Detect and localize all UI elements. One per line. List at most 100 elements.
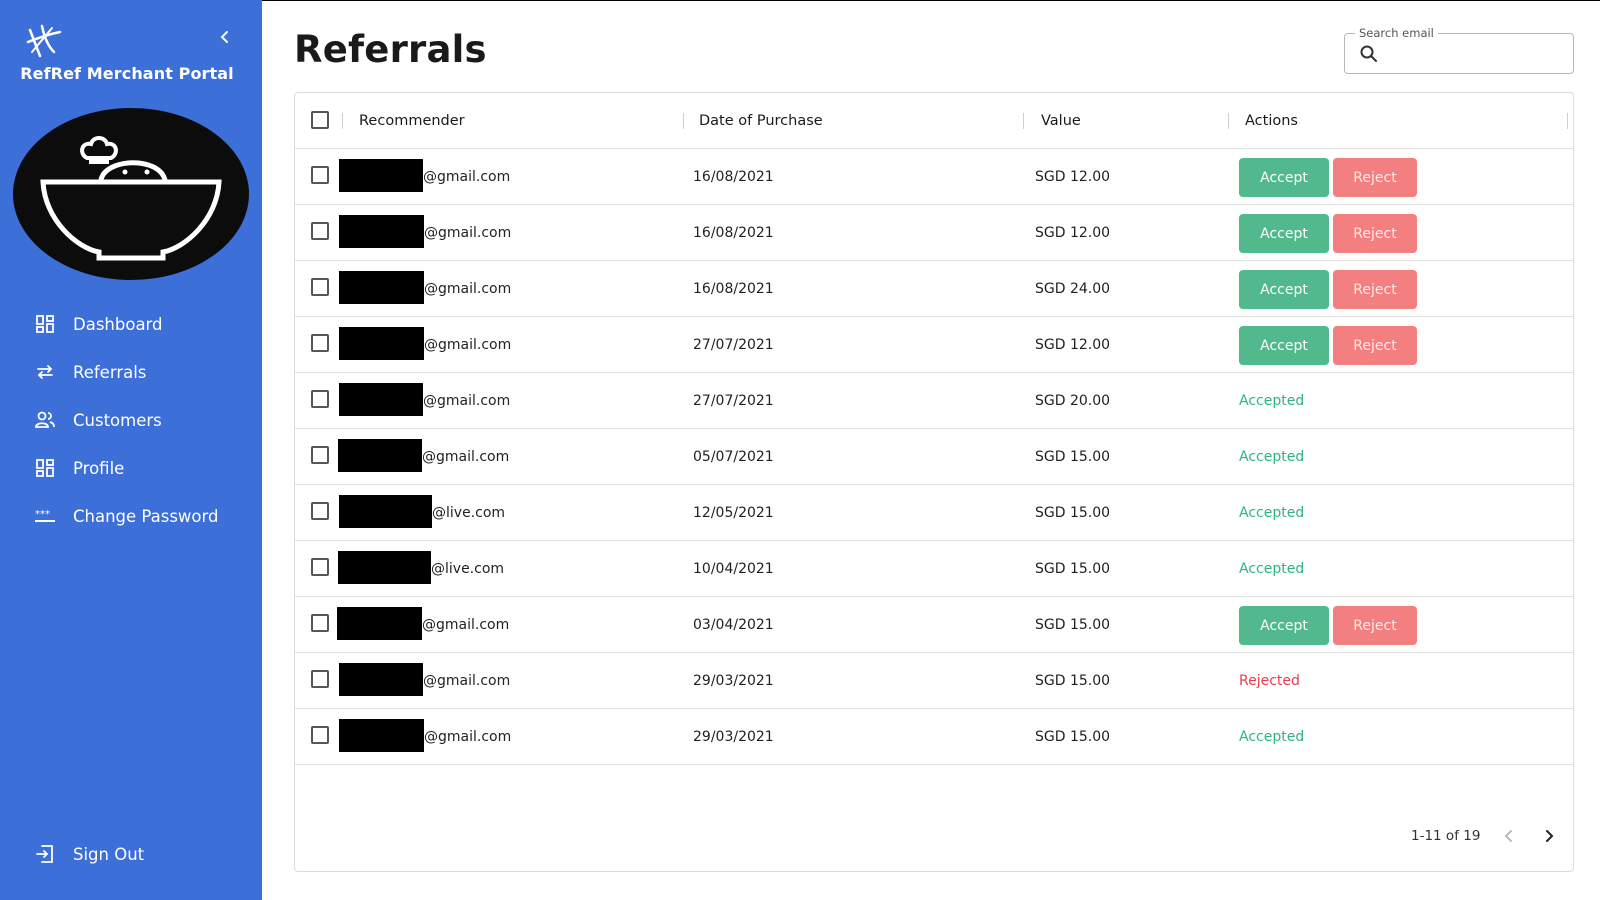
recommender-email: @gmail.com	[422, 617, 510, 633]
sidebar-item-referrals[interactable]: Referrals	[0, 348, 262, 396]
sidebar-item-label: Referrals	[73, 362, 147, 382]
referral-value: SGD 12.00	[1035, 169, 1111, 185]
column-separator	[1567, 113, 1568, 129]
purchase-date: 29/03/2021	[693, 673, 774, 689]
accept-button[interactable]: Accept	[1239, 158, 1329, 197]
table-body: @gmail.com 16/08/2021 SGD 12.00 Accept R…	[295, 149, 1573, 765]
reject-button[interactable]: Reject	[1333, 270, 1417, 309]
redacted-email	[339, 663, 423, 696]
table-row: @gmail.com 29/03/2021 SGD 15.00 Rejected	[295, 653, 1573, 709]
referral-value: SGD 15.00	[1035, 449, 1111, 465]
table-row: @gmail.com 16/08/2021 SGD 12.00 Accept R…	[295, 205, 1573, 261]
table-row: @gmail.com 27/07/2021 SGD 20.00 Accepted	[295, 373, 1573, 429]
search-label: Search email	[1355, 26, 1438, 40]
sidebar-item-label: Customers	[73, 410, 162, 430]
referrals-table: Recommender Date of Purchase Value Actio…	[294, 92, 1574, 872]
purchase-date: 03/04/2021	[693, 617, 774, 633]
recommender-email: @gmail.com	[423, 673, 511, 689]
redacted-email	[339, 271, 424, 304]
purchase-date: 27/07/2021	[693, 393, 774, 409]
redacted-email	[339, 215, 424, 248]
row-checkbox[interactable]	[311, 670, 329, 688]
table-row: @live.com 10/04/2021 SGD 15.00 Accepted	[295, 541, 1573, 597]
row-checkbox[interactable]	[311, 222, 329, 240]
table-row: @gmail.com 05/07/2021 SGD 15.00 Accepted	[295, 429, 1573, 485]
referral-value: SGD 15.00	[1035, 617, 1111, 633]
sidebar-item-dashboard[interactable]: Dashboard	[0, 300, 262, 348]
sign-out-label: Sign Out	[73, 844, 145, 864]
redacted-email	[339, 495, 432, 528]
sidebar-item-profile[interactable]: Profile	[0, 444, 262, 492]
recommender-email: @gmail.com	[424, 337, 512, 353]
status-badge: Accepted	[1239, 505, 1305, 521]
recommender-email: @gmail.com	[423, 393, 511, 409]
row-checkbox[interactable]	[311, 502, 329, 520]
dashboard-icon	[34, 313, 56, 335]
sidebar-item-label: Change Password	[73, 506, 219, 526]
previous-page-chevron-icon[interactable]	[1499, 826, 1519, 846]
search-email-field[interactable]: Search email	[1344, 26, 1574, 74]
accept-button[interactable]: Accept	[1239, 606, 1329, 645]
accept-button[interactable]: Accept	[1239, 214, 1329, 253]
header-date-of-purchase[interactable]: Date of Purchase	[699, 93, 823, 149]
row-checkbox[interactable]	[311, 726, 329, 744]
sidebar-item-customers[interactable]: Customers	[0, 396, 262, 444]
row-checkbox[interactable]	[311, 390, 329, 408]
row-checkbox[interactable]	[311, 614, 329, 632]
referral-value: SGD 12.00	[1035, 225, 1111, 241]
dashboard-icon	[34, 457, 56, 479]
purchase-date: 27/07/2021	[693, 337, 774, 353]
referral-value: SGD 24.00	[1035, 281, 1111, 297]
recommender-email: @live.com	[432, 505, 506, 521]
column-separator	[683, 113, 684, 129]
sign-out-button[interactable]: Sign Out	[0, 830, 262, 878]
column-separator	[1228, 113, 1229, 129]
header-recommender[interactable]: Recommender	[359, 93, 465, 149]
recommender-email: @gmail.com	[424, 281, 512, 297]
reject-button[interactable]: Reject	[1333, 606, 1417, 645]
redacted-email	[338, 551, 431, 584]
sidebar-item-label: Dashboard	[73, 314, 163, 334]
purchase-date: 16/08/2021	[693, 225, 774, 241]
referral-value: SGD 15.00	[1035, 729, 1111, 745]
row-checkbox[interactable]	[311, 334, 329, 352]
recommender-email: @gmail.com	[424, 225, 512, 241]
table-row: @gmail.com 03/04/2021 SGD 15.00 Accept R…	[295, 597, 1573, 653]
password-icon: ***	[34, 505, 56, 527]
status-badge: Accepted	[1239, 449, 1305, 465]
sign-out-icon	[34, 843, 56, 865]
recommender-email: @gmail.com	[423, 169, 511, 185]
table-row: @gmail.com 16/08/2021 SGD 12.00 Accept R…	[295, 149, 1573, 205]
status-badge: Accepted	[1239, 729, 1305, 745]
status-badge: Accepted	[1239, 561, 1305, 577]
accept-button[interactable]: Accept	[1239, 326, 1329, 365]
sidebar: RefRef Merchant Portal Dashboard Referra…	[0, 0, 262, 900]
row-checkbox[interactable]	[311, 446, 329, 464]
reject-button[interactable]: Reject	[1333, 214, 1417, 253]
redacted-email	[338, 439, 422, 472]
reject-button[interactable]: Reject	[1333, 326, 1417, 365]
purchase-date: 29/03/2021	[693, 729, 774, 745]
select-all-checkbox[interactable]	[311, 111, 329, 129]
column-separator	[1023, 113, 1024, 129]
referral-value: SGD 15.00	[1035, 673, 1111, 689]
next-page-chevron-icon[interactable]	[1539, 826, 1559, 846]
purchase-date: 12/05/2021	[693, 505, 774, 521]
row-checkbox[interactable]	[311, 558, 329, 576]
status-badge: Rejected	[1239, 673, 1300, 689]
sidebar-item-change-password[interactable]: *** Change Password	[0, 492, 262, 540]
search-input[interactable]	[1387, 42, 1567, 66]
table-row: @live.com 12/05/2021 SGD 15.00 Accepted	[295, 485, 1573, 541]
merchant-avatar	[13, 108, 249, 280]
header-value[interactable]: Value	[1041, 93, 1081, 149]
reject-button[interactable]: Reject	[1333, 158, 1417, 197]
row-checkbox[interactable]	[311, 166, 329, 184]
redacted-email	[339, 159, 423, 192]
accept-button[interactable]: Accept	[1239, 270, 1329, 309]
row-checkbox[interactable]	[311, 278, 329, 296]
redacted-email	[337, 607, 422, 640]
redacted-email	[339, 719, 424, 752]
collapse-sidebar-chevron-icon[interactable]	[214, 26, 236, 48]
purchase-date: 16/08/2021	[693, 169, 774, 185]
referral-value: SGD 15.00	[1035, 505, 1111, 521]
